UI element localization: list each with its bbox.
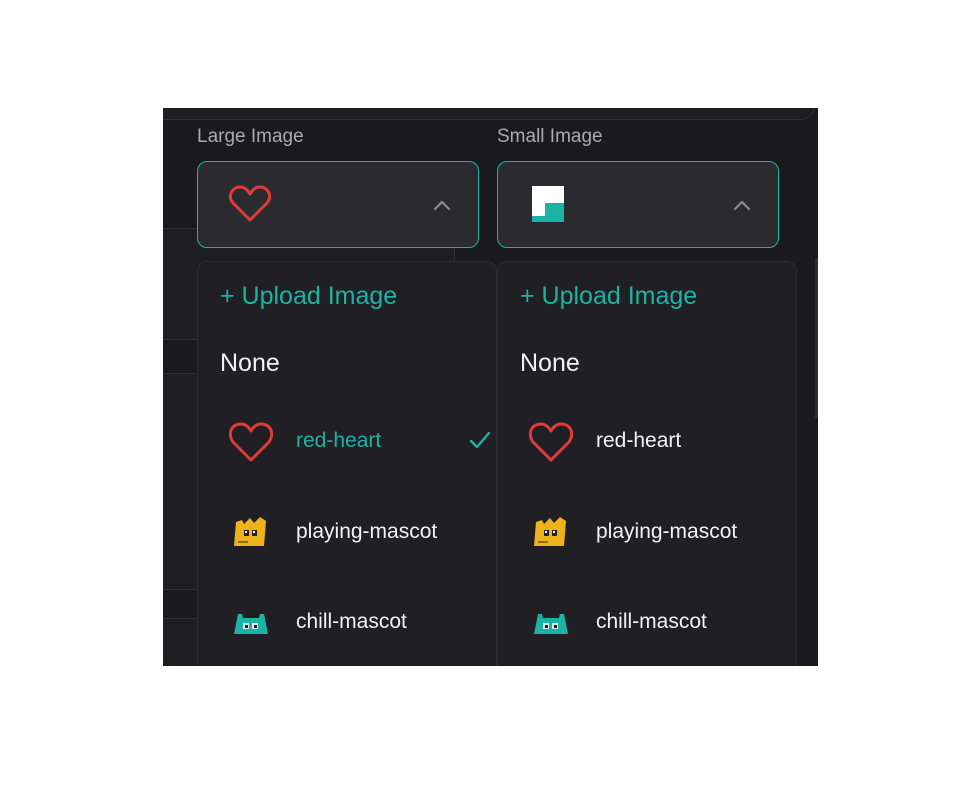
scrollbar[interactable] [815, 258, 818, 418]
option-label: playing-mascot [596, 520, 738, 543]
chevron-up-icon[interactable] [732, 195, 752, 215]
large-image-label: Large Image [197, 126, 304, 147]
image-settings-panel: Large Image Small Image + Upload Image N… [163, 108, 818, 666]
upload-image-button[interactable]: + Upload Image [220, 282, 397, 311]
none-option[interactable]: None [220, 349, 280, 378]
none-option[interactable]: None [520, 349, 580, 378]
upload-image-button[interactable]: + Upload Image [520, 282, 697, 311]
small-image-label: Small Image [497, 126, 603, 147]
playing-mascot-icon [534, 517, 566, 546]
option-label: chill-mascot [296, 610, 407, 633]
large-image-dropdown: + Upload Image None red-heart playing-ma… [197, 261, 497, 666]
large-image-select[interactable] [197, 161, 479, 248]
option-red-heart[interactable]: red-heart [498, 407, 798, 477]
option-chill-mascot[interactable]: chill-mascot [198, 588, 498, 658]
option-playing-mascot[interactable]: playing-mascot [198, 498, 498, 568]
small-image-dropdown: + Upload Image None red-heart playing-ma… [497, 261, 797, 666]
teal-square-icon [532, 186, 564, 222]
chill-mascot-icon [234, 614, 268, 634]
option-label: chill-mascot [596, 610, 707, 633]
small-image-select[interactable] [497, 161, 779, 248]
red-heart-icon [228, 185, 272, 222]
background-card [163, 108, 815, 120]
option-red-heart[interactable]: red-heart [198, 407, 498, 477]
option-playing-mascot[interactable]: playing-mascot [498, 498, 798, 568]
red-heart-icon [228, 422, 274, 462]
option-label: red-heart [596, 429, 682, 452]
option-chill-mascot[interactable]: chill-mascot [498, 588, 798, 658]
chill-mascot-icon [534, 614, 568, 634]
playing-mascot-icon [234, 517, 266, 546]
option-label: playing-mascot [296, 520, 438, 543]
checkmark-icon [469, 431, 491, 449]
option-label: red-heart [296, 429, 382, 452]
red-heart-icon [528, 422, 574, 462]
chevron-up-icon[interactable] [432, 195, 452, 215]
